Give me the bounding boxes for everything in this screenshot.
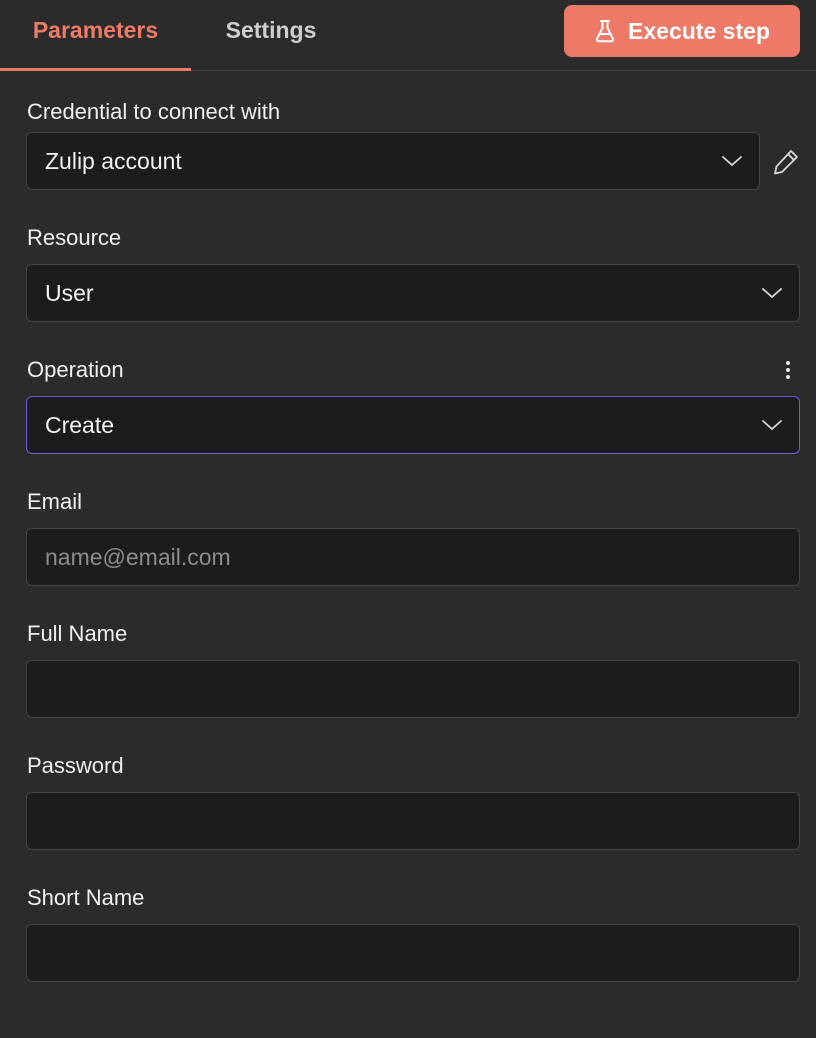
operation-value: Create — [45, 411, 115, 438]
short-name-field-wrapper — [26, 924, 800, 982]
email-field[interactable] — [45, 543, 783, 571]
credential-value: Zulip account — [45, 147, 182, 174]
operation-select[interactable]: Create — [26, 396, 800, 454]
full-name-field-wrapper — [26, 660, 800, 718]
credential-label: Credential to connect with — [27, 99, 281, 124]
resource-label: Resource — [27, 225, 122, 250]
tab-settings[interactable]: Settings — [191, 0, 351, 70]
flask-icon — [595, 20, 615, 43]
resource-value: User — [45, 279, 94, 306]
short-name-field[interactable] — [45, 939, 783, 967]
chevron-down-icon — [762, 288, 782, 298]
operation-label: Operation — [27, 357, 124, 382]
options-menu-icon[interactable] — [778, 358, 798, 382]
tab-parameters-label: Parameters — [32, 16, 159, 43]
chevron-down-icon — [762, 420, 782, 430]
resource-select[interactable]: User — [26, 264, 800, 322]
pencil-icon[interactable] — [771, 147, 801, 177]
tab-settings-label: Settings — [225, 16, 317, 43]
full-name-field[interactable] — [45, 675, 783, 703]
execute-step-label: Execute step — [628, 17, 770, 44]
node-parameters-panel: Parameters Settings Execute step Credent… — [0, 0, 816, 1038]
tab-parameters[interactable]: Parameters — [0, 0, 191, 71]
execute-step-button[interactable]: Execute step — [564, 5, 800, 57]
email-field-wrapper — [26, 528, 800, 586]
short-name-label: Short Name — [27, 885, 145, 910]
panel-header: Parameters Settings Execute step — [0, 0, 816, 71]
email-label: Email — [27, 489, 83, 514]
full-name-label: Full Name — [27, 621, 128, 646]
password-field-wrapper — [26, 792, 800, 850]
password-field[interactable] — [45, 807, 783, 835]
credential-select[interactable]: Zulip account — [26, 132, 760, 190]
password-label: Password — [27, 753, 124, 778]
chevron-down-icon — [722, 156, 742, 166]
